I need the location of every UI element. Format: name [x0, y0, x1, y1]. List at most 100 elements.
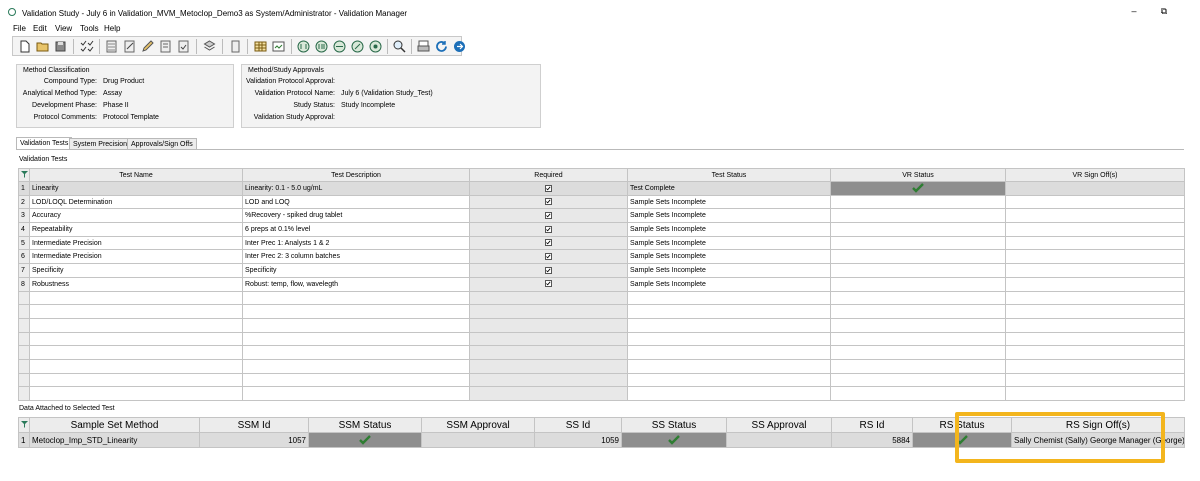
required-cell	[469, 222, 628, 237]
protocol-name-label: Validation Protocol Name:	[254, 90, 335, 97]
restore-button[interactable]: ⧉	[1156, 6, 1172, 16]
empty-cell	[29, 345, 243, 360]
vr-sign-off-cell	[1005, 222, 1185, 237]
toolbar	[12, 36, 465, 56]
col-test-name[interactable]: Test Name	[29, 168, 243, 182]
tab-validation-tests[interactable]: Validation Tests	[16, 137, 73, 149]
test-status-cell: Test Complete	[627, 181, 831, 196]
table-row[interactable]: 6 Intermediate Precision Inter Prec 2: 3 c…	[18, 249, 1185, 265]
table-row[interactable]: 4 Repeatability 6 preps at 0.1% level Sampl…	[18, 222, 1185, 237]
checkmark-icon	[546, 213, 551, 218]
table-row[interactable]: 8 Robustness Robust: temp, flow, wavelegth…	[18, 276, 1185, 292]
test-status-cell: Sample Sets Incomplete	[627, 263, 831, 278]
page-icon[interactable]	[228, 39, 243, 54]
col-required[interactable]: Required	[469, 168, 628, 182]
table-row[interactable]: 5 Intermediate Precision Inter Prec 1: Ana…	[18, 235, 1185, 251]
menu-edit[interactable]: Edit	[33, 24, 47, 33]
table-row[interactable]: 3 Accuracy %Recovery - spiked drug tablet S…	[18, 208, 1185, 224]
new-icon[interactable]	[17, 39, 32, 54]
empty-cell	[29, 290, 243, 306]
compound-type-label: Compound Type:	[43, 78, 97, 85]
col-sample-set-method[interactable]: Sample Set Method	[29, 417, 200, 433]
menu-file[interactable]: File	[13, 24, 26, 33]
col-vr-sign-offs[interactable]: VR Sign Off(s)	[1005, 168, 1185, 182]
required-checkbox[interactable]	[545, 239, 552, 247]
test-status-cell: Sample Sets Incomplete	[627, 249, 831, 265]
empty-cell	[29, 331, 243, 347]
grid2-corner[interactable]	[18, 417, 30, 433]
empty-cell	[830, 304, 1006, 319]
col-test-status[interactable]: Test Status	[627, 168, 831, 182]
required-checkbox[interactable]	[545, 225, 552, 233]
col-ssm-id[interactable]: SSM Id	[199, 417, 309, 433]
row-number: 7	[18, 263, 30, 278]
empty-cell	[830, 372, 1006, 388]
save-icon[interactable]	[53, 39, 68, 54]
circle-tool-2-icon[interactable]	[314, 39, 329, 54]
table-row[interactable]: 7 Specificity Specificity Sample Sets Incom…	[18, 263, 1185, 278]
row-number: 6	[18, 249, 30, 265]
table-icon[interactable]	[253, 39, 268, 54]
refresh-icon[interactable]	[434, 39, 449, 54]
col-ssm-status[interactable]: SSM Status	[308, 417, 422, 433]
required-checkbox[interactable]	[545, 184, 552, 192]
checkmark-icon	[546, 227, 551, 232]
menu-tools[interactable]: Tools	[80, 24, 99, 33]
empty-cell	[627, 290, 831, 306]
menu-help[interactable]: Help	[104, 24, 120, 33]
open-icon[interactable]	[35, 39, 50, 54]
filter-icon	[21, 421, 28, 429]
app-icon	[8, 8, 16, 16]
rs-id-cell: 5884	[831, 432, 913, 448]
grid-corner[interactable]	[18, 168, 30, 182]
tab-system-precision[interactable]: System Precision	[69, 138, 132, 149]
empty-row	[18, 358, 1185, 374]
empty-cell	[627, 372, 831, 388]
search-icon[interactable]	[392, 39, 407, 54]
empty-cell	[627, 345, 831, 360]
col-test-description[interactable]: Test Description	[242, 168, 470, 182]
method-classification-panel: Method Classification Compound Type: Dru…	[16, 64, 234, 128]
col-ss-approval[interactable]: SS Approval	[726, 417, 832, 433]
go-icon[interactable]	[452, 39, 467, 54]
required-checkbox[interactable]	[545, 280, 552, 288]
document-grid-icon[interactable]	[104, 39, 119, 54]
required-checkbox[interactable]	[545, 266, 552, 274]
check-icon	[912, 183, 924, 194]
circle-tool-5-icon[interactable]	[368, 39, 383, 54]
col-ssm-approval[interactable]: SSM Approval	[421, 417, 535, 433]
col-vr-status[interactable]: VR Status	[830, 168, 1006, 182]
tab-approvals-sign-offs[interactable]: Approvals/Sign Offs	[127, 138, 197, 149]
circle-tool-3-icon[interactable]	[332, 39, 347, 54]
minimize-button[interactable]: –	[1126, 6, 1142, 16]
checklist-icon[interactable]	[79, 39, 94, 54]
layers-icon[interactable]	[202, 39, 217, 54]
pencil-icon[interactable]	[140, 39, 155, 54]
development-phase-value: Phase II	[103, 102, 129, 109]
document-check-icon[interactable]	[176, 39, 191, 54]
empty-cell	[242, 331, 470, 347]
table-row[interactable]: 2 LOD/LOQL Determination LOD and LOQ Sample…	[18, 194, 1185, 210]
required-checkbox[interactable]	[545, 212, 552, 220]
col-rs-id[interactable]: RS Id	[831, 417, 913, 433]
test-description-cell: Inter Prec 1: Analysts 1 & 2	[242, 235, 470, 251]
col-ss-status[interactable]: SS Status	[621, 417, 727, 433]
circle-tool-4-icon[interactable]	[350, 39, 365, 54]
required-checkbox[interactable]	[545, 253, 552, 261]
test-name-cell: LOD/LOQL Determination	[29, 194, 243, 210]
document-list-icon[interactable]	[158, 39, 173, 54]
checkmark-icon	[546, 199, 551, 204]
test-name-cell: Robustness	[29, 276, 243, 292]
document-edit-icon[interactable]	[122, 39, 137, 54]
circle-tool-1-icon[interactable]	[296, 39, 311, 54]
checkmark-icon	[546, 186, 551, 191]
required-cell	[469, 263, 628, 278]
col-ss-id[interactable]: SS Id	[534, 417, 622, 433]
print-icon[interactable]	[416, 39, 431, 54]
menu-view[interactable]: View	[55, 24, 72, 33]
required-cell	[469, 181, 628, 196]
report-icon[interactable]	[271, 39, 286, 54]
test-name-cell: Intermediate Precision	[29, 235, 243, 251]
required-checkbox[interactable]	[545, 198, 552, 206]
table-row[interactable]: 1 Linearity Linearity: 0.1 - 5.0 ug/mL Test…	[18, 181, 1185, 196]
